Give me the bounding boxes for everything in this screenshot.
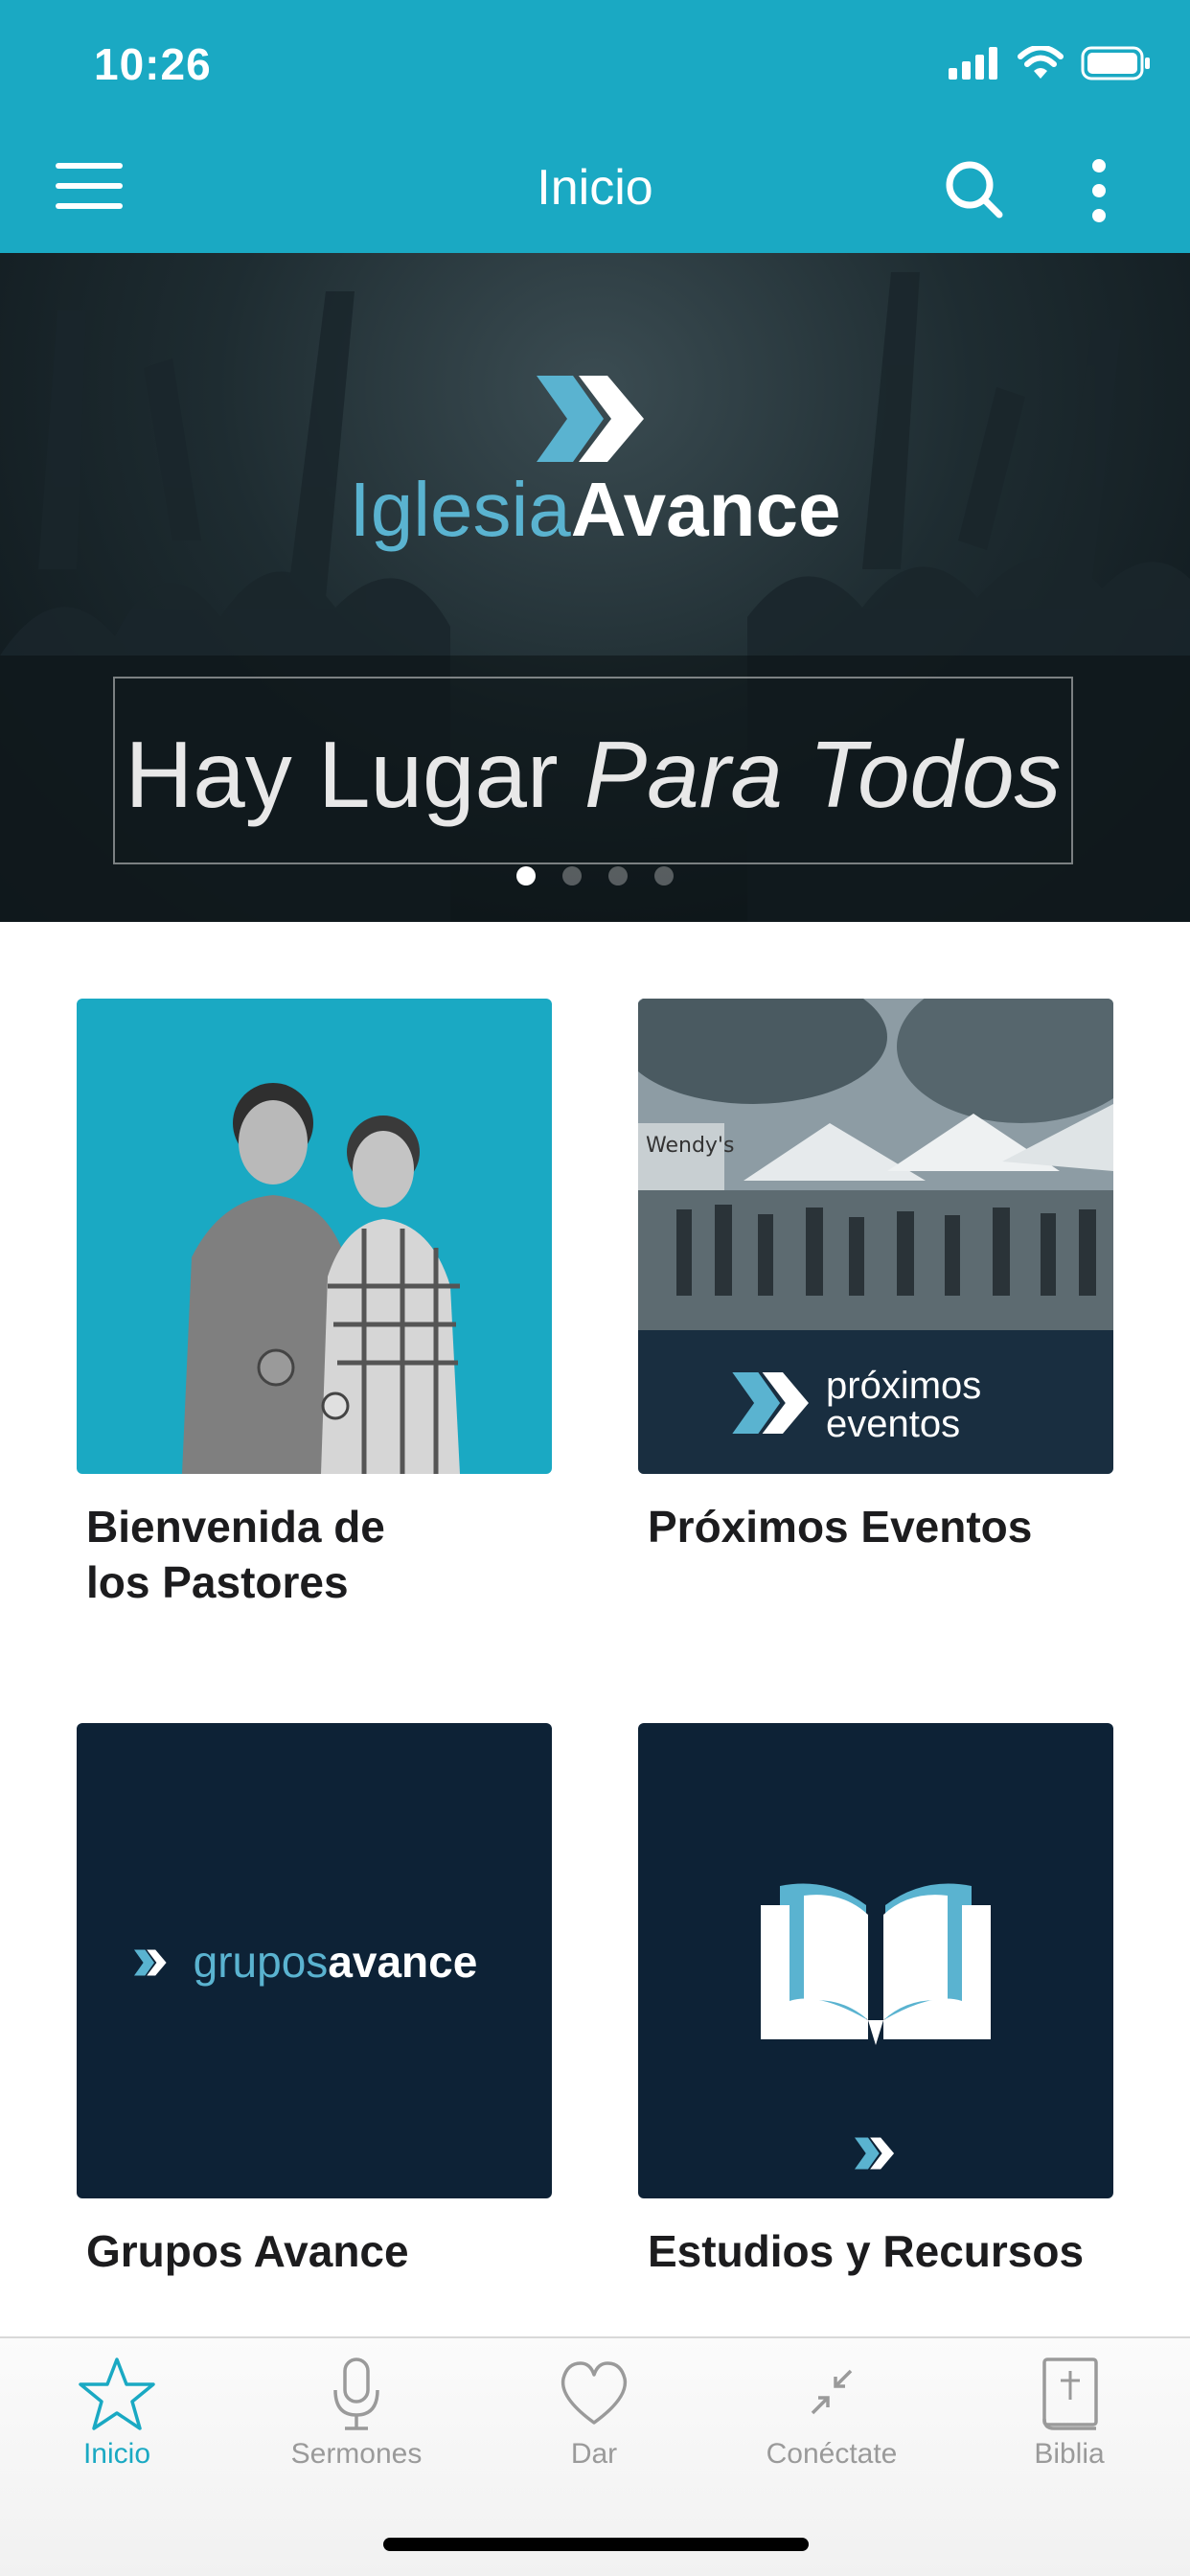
card-grupos-avance[interactable]: gruposavance Grupos Avance <box>77 1723 552 2279</box>
grupos-avance-wordmark: gruposavance <box>193 1937 478 1987</box>
home-indicator[interactable] <box>383 2538 809 2551</box>
estudios-image <box>638 1723 1113 2198</box>
card-title: Próximos Eventos <box>648 1502 1033 1552</box>
more-options-icon[interactable] <box>1085 157 1113 224</box>
events-banner-text: próximos eventos <box>826 1365 982 1445</box>
wifi-icon <box>1018 46 1064 79</box>
carousel-dot[interactable] <box>654 866 674 886</box>
card-title: Grupos Avance <box>86 2226 409 2276</box>
svg-text:Wendy's: Wendy's <box>646 1134 734 1158</box>
page-title: Inicio <box>537 160 653 216</box>
star-icon <box>79 2358 155 2430</box>
card-title: Bienvenida de los Pastores <box>86 1502 385 1607</box>
tagline-box: Hay Lugar Para Todos <box>113 677 1073 864</box>
card-bienvenida[interactable]: Bienvenida de los Pastores <box>77 999 552 1610</box>
card-estudios-recursos[interactable]: Estudios y Recursos <box>638 1723 1113 2279</box>
search-icon[interactable] <box>944 159 1005 220</box>
carousel-dot[interactable] <box>608 866 628 886</box>
microphone-icon <box>333 2358 379 2430</box>
carousel-page-indicator[interactable] <box>0 866 1190 886</box>
arrows-in-icon <box>811 2369 853 2415</box>
hero-brand-name: IglesiaAvance <box>349 467 841 552</box>
card-proximos-eventos[interactable]: Wendy's próximos eventos Próximos Evento… <box>638 999 1113 1554</box>
iglesia-avance-logo-icon <box>537 376 644 462</box>
bible-icon <box>1042 2358 1098 2430</box>
hero-tagline: Hay Lugar Para Todos <box>125 722 1062 827</box>
hero-carousel[interactable]: IglesiaAvance Hay Lugar Para Todos <box>0 253 1190 922</box>
heart-icon <box>561 2361 628 2425</box>
events-photo: Wendy's próximos eventos <box>638 999 1113 1474</box>
carousel-dot[interactable] <box>562 866 582 886</box>
pastors-image <box>182 1083 460 1474</box>
signal-icon <box>949 47 997 80</box>
battery-icon <box>1081 46 1150 80</box>
top-bar: 10:26 Inicio <box>0 0 1190 253</box>
open-book-icon <box>761 1883 991 2045</box>
chevrons-logo-icon <box>732 1372 809 1434</box>
grupos-avance-image: gruposavance <box>77 1723 552 2198</box>
tab-biblia[interactable]: Biblia <box>973 2356 1165 2471</box>
status-icons <box>949 46 1152 80</box>
tab-sermones[interactable]: Sermones <box>261 2356 452 2471</box>
chevrons-logo-icon <box>855 2137 895 2170</box>
events-banner: próximos eventos <box>638 1330 1113 1474</box>
tab-dar[interactable]: Dar <box>498 2356 690 2471</box>
tab-inicio[interactable]: Inicio <box>21 2356 213 2471</box>
pastors-photo <box>77 999 552 1474</box>
status-time: 10:26 <box>94 39 212 89</box>
events-image: Wendy's <box>638 999 1113 1330</box>
carousel-dot[interactable] <box>516 866 536 886</box>
card-title: Estudios y Recursos <box>648 2226 1085 2276</box>
tab-conectate[interactable]: Conéctate <box>736 2356 927 2471</box>
